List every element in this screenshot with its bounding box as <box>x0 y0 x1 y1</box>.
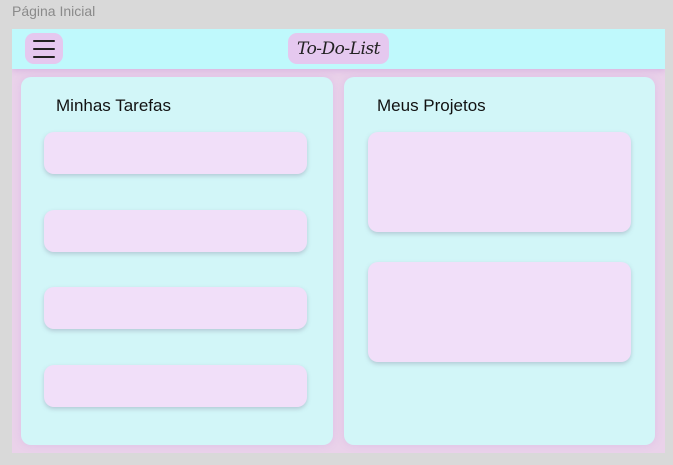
hamburger-menu-icon-line <box>33 47 55 50</box>
projects-panel: Meus Projetos <box>344 77 655 445</box>
task-card[interactable] <box>44 210 307 252</box>
tasks-panel-title: Minhas Tarefas <box>56 96 171 115</box>
app-frame: To-Do-List Minhas Tarefas Meus Projetos <box>12 29 665 453</box>
hamburger-menu-icon-line <box>33 55 55 58</box>
task-card[interactable] <box>44 132 307 174</box>
menu-button[interactable] <box>25 33 63 64</box>
tasks-panel: Minhas Tarefas <box>21 77 333 445</box>
top-bar: To-Do-List <box>12 29 665 69</box>
project-card[interactable] <box>368 262 631 362</box>
projects-panel-title: Meus Projetos <box>377 96 486 115</box>
project-card[interactable] <box>368 132 631 232</box>
app-title: To-Do-List <box>288 33 389 64</box>
task-card[interactable] <box>44 287 307 329</box>
hamburger-menu-icon <box>33 39 55 42</box>
frame-label: Página Inicial <box>12 3 96 19</box>
task-card[interactable] <box>44 365 307 407</box>
